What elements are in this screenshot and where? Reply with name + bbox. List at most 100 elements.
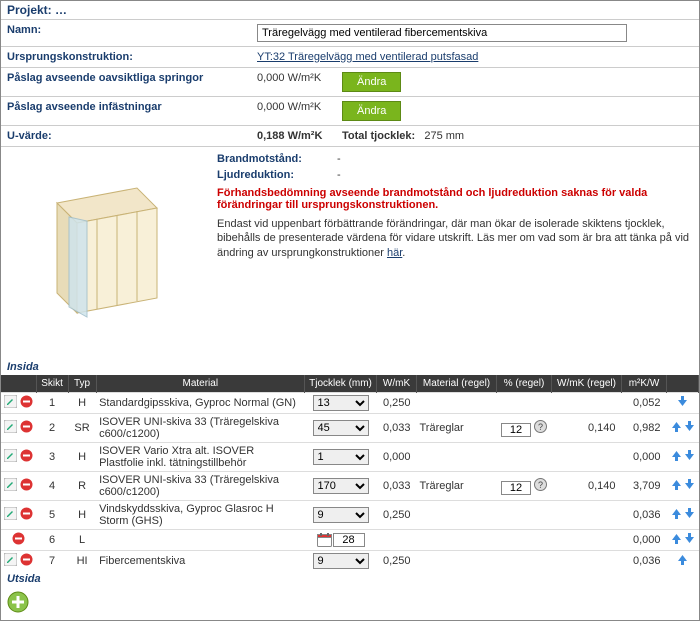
ljud-label: Ljudreduktion:	[217, 169, 337, 181]
edit-icon[interactable]	[4, 557, 17, 569]
move-down-icon[interactable]	[683, 511, 696, 523]
andra-springor-button[interactable]: Ändra	[342, 72, 401, 92]
calendar-icon[interactable]	[317, 534, 333, 546]
name-label: Namn:	[1, 20, 251, 47]
cell-skikt: 7	[36, 551, 68, 572]
pct-input[interactable]	[501, 481, 531, 495]
andra-infast-button[interactable]: Ändra	[342, 101, 401, 121]
cell-m2kw: 0,036	[622, 501, 667, 530]
tjocklek-select[interactable]: 170	[313, 478, 369, 494]
cell-material: ISOVER UNI-skiva 33 (Träregelskiva c600/…	[96, 414, 304, 443]
move-up-icon[interactable]	[676, 557, 689, 569]
move-down-icon[interactable]	[683, 424, 696, 436]
table-row: 6L 0,000	[1, 530, 699, 551]
cell-skikt: 2	[36, 414, 68, 443]
col-materialregel: Material (regel)	[417, 375, 497, 393]
delete-icon[interactable]	[20, 453, 33, 465]
table-row: 7HIFibercementskiva90,2500,036	[1, 551, 699, 572]
cell-material	[96, 530, 304, 551]
col-m2kw: m²K/W	[622, 375, 667, 393]
cell-materialregel: Träreglar	[417, 472, 497, 501]
paslag-infast-label: Påslag avseende infästningar	[1, 97, 251, 126]
table-row: 4RISOVER UNI-skiva 33 (Träregelskiva c60…	[1, 472, 699, 501]
edit-icon[interactable]	[4, 424, 17, 436]
uvarde-label: U-värde:	[1, 126, 251, 147]
cell-materialregel	[417, 393, 497, 414]
origin-label: Ursprungskonstruktion:	[1, 47, 251, 68]
warning-text: Förhandsbedömning avseende brandmotstånd…	[217, 187, 693, 211]
table-row: 1HStandardgipsskiva, Gyproc Normal (GN)1…	[1, 393, 699, 414]
cell-skikt: 6	[36, 530, 68, 551]
info-description: Endast vid uppenbart förbättrande föränd…	[217, 217, 693, 260]
cell-m2kw: 0,000	[622, 530, 667, 551]
insida-label: Insida	[1, 359, 699, 375]
cell-wmk: 0,250	[377, 501, 417, 530]
cell-m2kw: 0,982	[622, 414, 667, 443]
cell-wmkregel: 0,140	[552, 414, 622, 443]
cell-materialregel	[417, 501, 497, 530]
move-up-icon[interactable]	[670, 424, 683, 436]
uvarde-value: 0,188 W/m²K	[257, 130, 322, 142]
col-wmk: W/mK	[377, 375, 417, 393]
delete-icon[interactable]	[20, 557, 33, 569]
cell-typ: H	[68, 501, 96, 530]
tjocklek-select[interactable]: 13	[313, 395, 369, 411]
tjocklek-select[interactable]: 9	[313, 553, 369, 569]
cell-material: Vindskyddsskiva, Gyproc Glasroc H Storm …	[96, 501, 304, 530]
cell-typ: L	[68, 530, 96, 551]
move-down-icon[interactable]	[683, 453, 696, 465]
info-link-har[interactable]: här	[387, 247, 402, 259]
col-skikt: Skikt	[36, 375, 68, 393]
cell-typ: H	[68, 443, 96, 472]
name-input[interactable]	[257, 24, 627, 42]
move-down-icon[interactable]	[676, 399, 689, 411]
cell-skikt: 1	[36, 393, 68, 414]
cell-wmkregel	[552, 443, 622, 472]
cell-wmk: 0,033	[377, 472, 417, 501]
edit-icon[interactable]	[4, 511, 17, 523]
tjocklek-input[interactable]	[333, 533, 365, 547]
cell-skikt: 5	[36, 501, 68, 530]
delete-icon[interactable]	[20, 482, 33, 494]
cell-wmkregel	[552, 530, 622, 551]
move-up-icon[interactable]	[670, 511, 683, 523]
cell-typ: R	[68, 472, 96, 501]
paslag-springor-value: 0,000 W/m²K	[251, 68, 336, 97]
tjocklek-select[interactable]: 1	[313, 449, 369, 465]
move-down-icon[interactable]	[683, 482, 696, 494]
edit-icon[interactable]	[4, 453, 17, 465]
add-row-button[interactable]	[7, 604, 29, 616]
help-icon[interactable]: ?	[534, 482, 547, 494]
cell-m2kw: 0,052	[622, 393, 667, 414]
cell-typ: SR	[68, 414, 96, 443]
move-up-icon[interactable]	[670, 453, 683, 465]
col-actions	[1, 375, 36, 393]
delete-icon[interactable]	[20, 424, 33, 436]
pct-input[interactable]	[501, 423, 531, 437]
tjocklek-select[interactable]: 45	[313, 420, 369, 436]
info-text: Brandmotstånd:- Ljudreduktion:- Förhands…	[217, 153, 693, 353]
info-block: Brandmotstånd:- Ljudreduktion:- Förhands…	[1, 146, 699, 359]
delete-icon[interactable]	[20, 511, 33, 523]
delete-icon[interactable]	[20, 399, 33, 411]
delete-icon[interactable]	[12, 536, 25, 548]
svg-text:?: ?	[538, 422, 543, 432]
edit-icon[interactable]	[4, 482, 17, 494]
move-up-icon[interactable]	[670, 482, 683, 494]
cell-m2kw: 3,709	[622, 472, 667, 501]
col-wmkregel: W/mK (regel)	[552, 375, 622, 393]
brand-value: -	[337, 153, 341, 165]
origin-link[interactable]: YT:32 Träregelvägg med ventilerad putsfa…	[257, 51, 478, 63]
col-tjocklek: Tjocklek (mm)	[305, 375, 377, 393]
help-icon[interactable]: ?	[534, 424, 547, 436]
edit-icon[interactable]	[4, 399, 17, 411]
move-down-icon[interactable]	[683, 536, 696, 548]
tjocklek-select[interactable]: 9	[313, 507, 369, 523]
move-up-icon[interactable]	[670, 536, 683, 548]
construction-thumbnail	[7, 153, 207, 353]
cell-material: ISOVER UNI-skiva 33 (Träregelskiva c600/…	[96, 472, 304, 501]
total-tjocklek-label: Total tjocklek:	[342, 130, 415, 142]
table-row: 5HVindskyddsskiva, Gyproc Glasroc H Stor…	[1, 501, 699, 530]
cell-wmkregel	[552, 551, 622, 572]
cell-skikt: 4	[36, 472, 68, 501]
